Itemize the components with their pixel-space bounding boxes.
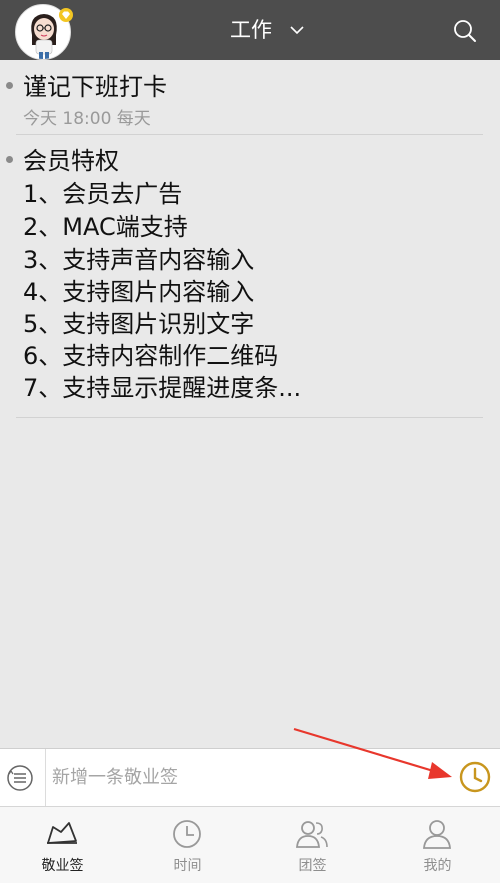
note-line: 7、支持显示提醒进度条... [23, 374, 302, 402]
note-item[interactable]: 会员特权 1、会员去广告 2、MAC端支持 3、支持声音内容输入 4、支持图片内… [0, 142, 500, 416]
annotation-arrow [293, 727, 452, 779]
note-item[interactable]: 谨记下班打卡 今天 18:00 每天 [0, 60, 500, 136]
note-line: 6、支持内容制作二维码 [23, 342, 279, 370]
tab-notes[interactable]: 敬业签 [0, 807, 125, 883]
tab-label: 我的 [423, 858, 452, 874]
top-bar: 工作 [0, 0, 500, 60]
clock-icon [173, 820, 201, 848]
divider [16, 417, 483, 418]
tab-time[interactable]: 时间 [125, 807, 250, 883]
category-title[interactable]: 工作 [230, 17, 272, 43]
divider [16, 134, 483, 135]
note-line: 1、会员去广告 [23, 180, 183, 208]
note-reminder: 今天 18:00 每天 [23, 109, 151, 129]
note-line: 3、支持声音内容输入 [23, 246, 255, 274]
bottom-tab-bar: 敬业签 时间 团签 我的 [0, 806, 500, 883]
tab-label: 敬业签 [41, 858, 84, 874]
tab-team[interactable]: 团签 [250, 807, 375, 883]
user-icon [423, 820, 451, 849]
note-list: 谨记下班打卡 今天 18:00 每天 会员特权 1、会员去广告 2、MAC端支持… [0, 60, 500, 748]
note-bullet [6, 156, 13, 163]
team-icon [296, 821, 328, 848]
list-mode-icon[interactable] [6, 764, 34, 792]
vip-diamond-icon [59, 8, 73, 22]
note-title: 会员特权 [23, 147, 119, 175]
note-line: 5、支持图片识别文字 [23, 310, 255, 338]
note-bullet [6, 82, 13, 89]
note-line: 4、支持图片内容输入 [23, 278, 255, 306]
tab-mine[interactable]: 我的 [375, 807, 500, 883]
tab-label: 时间 [173, 858, 202, 874]
search-icon[interactable] [452, 18, 478, 44]
note-icon [47, 822, 77, 844]
chevron-down-icon[interactable] [289, 24, 305, 36]
note-line: 2、MAC端支持 [23, 213, 188, 241]
note-title: 谨记下班打卡 [23, 73, 167, 101]
input-separator [45, 749, 46, 807]
reminder-clock-icon[interactable] [458, 760, 492, 794]
tab-label: 团签 [298, 858, 327, 874]
